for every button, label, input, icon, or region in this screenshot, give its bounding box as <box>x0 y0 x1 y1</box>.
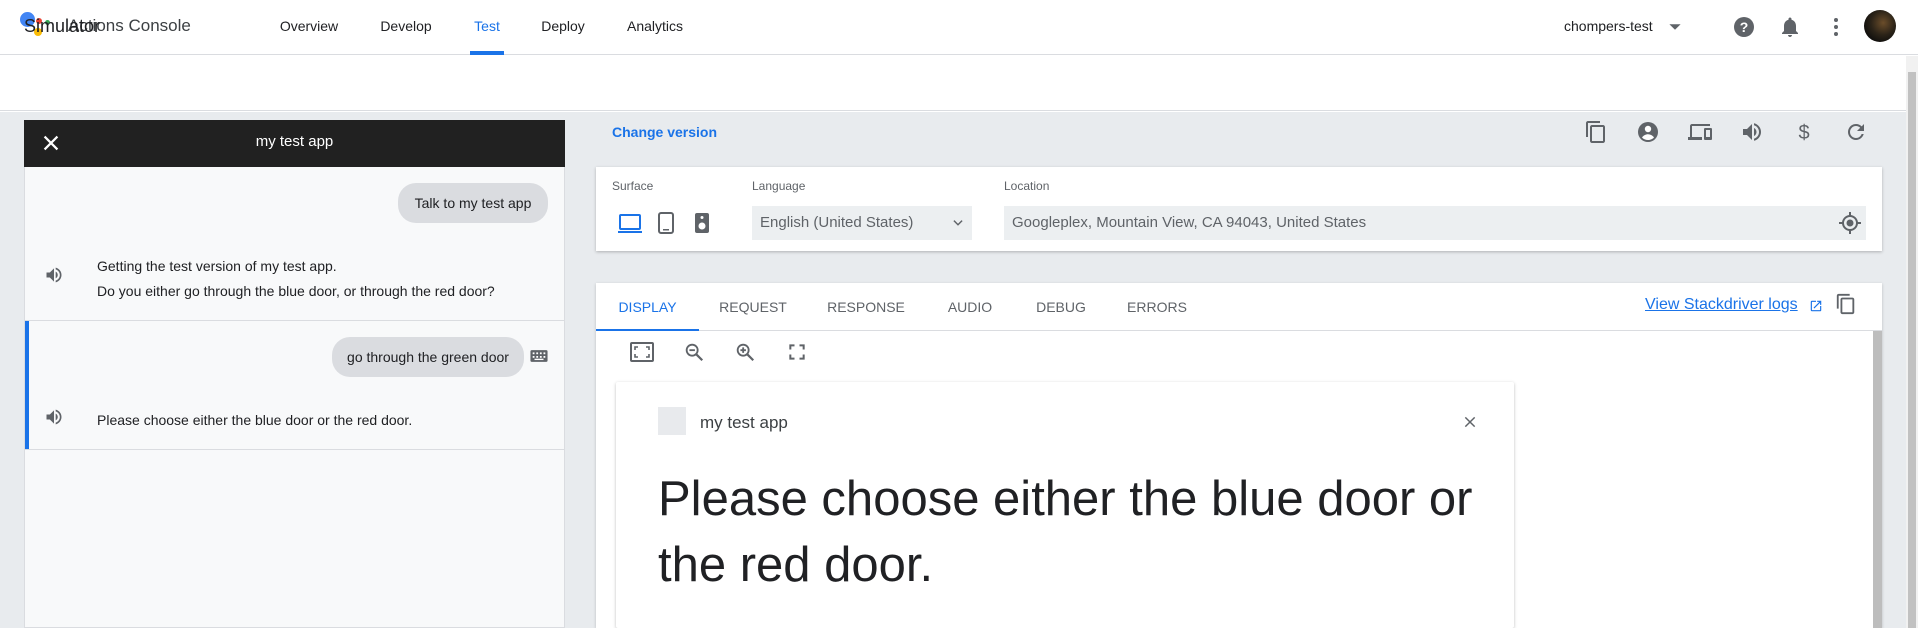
dollar-icon[interactable]: $ <box>1792 120 1816 144</box>
smart-display-icon[interactable] <box>618 212 642 234</box>
svg-text:?: ? <box>1740 19 1749 35</box>
language-value: English (United States) <box>760 214 914 231</box>
page-scrollbar-thumb[interactable] <box>1908 72 1916 628</box>
close-icon[interactable] <box>1462 414 1478 430</box>
my-location-icon[interactable] <box>1838 211 1862 235</box>
user-message[interactable]: Talk to my test app <box>398 183 548 223</box>
tab-errors[interactable]: ERRORS <box>1124 283 1190 331</box>
divider <box>25 449 564 450</box>
nav-develop[interactable]: Develop <box>374 0 438 55</box>
notifications-icon[interactable] <box>1778 15 1802 39</box>
bot-message-line: Do you either go through the blue door, … <box>97 283 495 299</box>
nav-overview[interactable]: Overview <box>272 0 346 55</box>
zoom-in-icon[interactable] <box>734 341 756 363</box>
fullscreen-icon[interactable] <box>787 342 807 362</box>
keyboard-icon <box>530 349 548 363</box>
tab-audio[interactable]: AUDIO <box>940 283 1000 331</box>
page-title: Simulator <box>24 16 101 36</box>
location-value: Googleplex, Mountain View, CA 94043, Uni… <box>1012 214 1367 231</box>
stackdriver-link[interactable]: View Stackdriver logs <box>1645 296 1798 314</box>
volume-icon[interactable] <box>1740 120 1764 144</box>
nav-deploy[interactable]: Deploy <box>536 0 590 55</box>
tab-debug[interactable]: DEBUG <box>1030 283 1092 331</box>
nav-analytics[interactable]: Analytics <box>622 0 688 55</box>
change-version-link[interactable]: Change version <box>612 124 717 140</box>
more-vert-icon[interactable] <box>1824 15 1848 39</box>
chevron-down-icon[interactable] <box>951 216 965 230</box>
language-label: Language <box>752 179 806 193</box>
card-text: Please choose either the blue door or th… <box>658 472 1473 592</box>
bot-message: Please choose either the blue door or th… <box>97 408 412 433</box>
phone-icon[interactable] <box>658 212 674 234</box>
volume-icon[interactable] <box>44 407 64 427</box>
chat-app-name: my test app <box>255 133 334 150</box>
tab-response[interactable]: RESPONSE <box>821 283 911 331</box>
open-in-new-icon[interactable] <box>1809 299 1823 313</box>
zoom-out-icon[interactable] <box>683 341 705 363</box>
user-message[interactable]: go through the green door <box>332 337 524 377</box>
location-label: Location <box>1004 179 1050 193</box>
display-scrollbar[interactable] <box>1873 331 1882 628</box>
simulator-header <box>0 56 1906 111</box>
selected-turn-indicator <box>25 321 29 449</box>
tab-request[interactable]: REQUEST <box>713 283 793 331</box>
location-input[interactable]: Googleplex, Mountain View, CA 94043, Uni… <box>1004 206 1866 240</box>
nav-test[interactable]: Test <box>470 0 504 55</box>
help-icon[interactable]: ? <box>1732 15 1756 39</box>
copy-icon[interactable] <box>1835 293 1857 315</box>
fit-screen-icon[interactable] <box>630 342 654 362</box>
file-copy-icon[interactable] <box>1584 120 1608 144</box>
bot-message-line: Getting the test version of my test app. <box>97 258 337 274</box>
volume-icon[interactable] <box>44 265 64 285</box>
tab-display[interactable]: DISPLAY <box>596 283 699 331</box>
project-name: chompers-test <box>1564 18 1653 34</box>
devices-icon[interactable] <box>1688 120 1712 144</box>
bot-message: Getting the test version of my test app.… <box>97 254 495 304</box>
divider <box>25 320 564 321</box>
language-select[interactable]: English (United States) <box>752 206 972 240</box>
card-title: my test app <box>700 413 788 432</box>
svg-text:$: $ <box>1798 122 1809 144</box>
speaker-icon[interactable] <box>694 212 710 234</box>
avatar[interactable] <box>1864 10 1896 42</box>
dropdown-arrow-icon[interactable] <box>1668 20 1682 34</box>
account-circle-icon[interactable] <box>1636 120 1660 144</box>
app-icon <box>658 407 686 435</box>
refresh-icon[interactable] <box>1844 120 1868 144</box>
project-selector[interactable]: chompers-test <box>1564 18 1653 34</box>
surface-label: Surface <box>612 179 654 193</box>
bot-message-line: Please choose either the blue door or th… <box>97 412 413 428</box>
